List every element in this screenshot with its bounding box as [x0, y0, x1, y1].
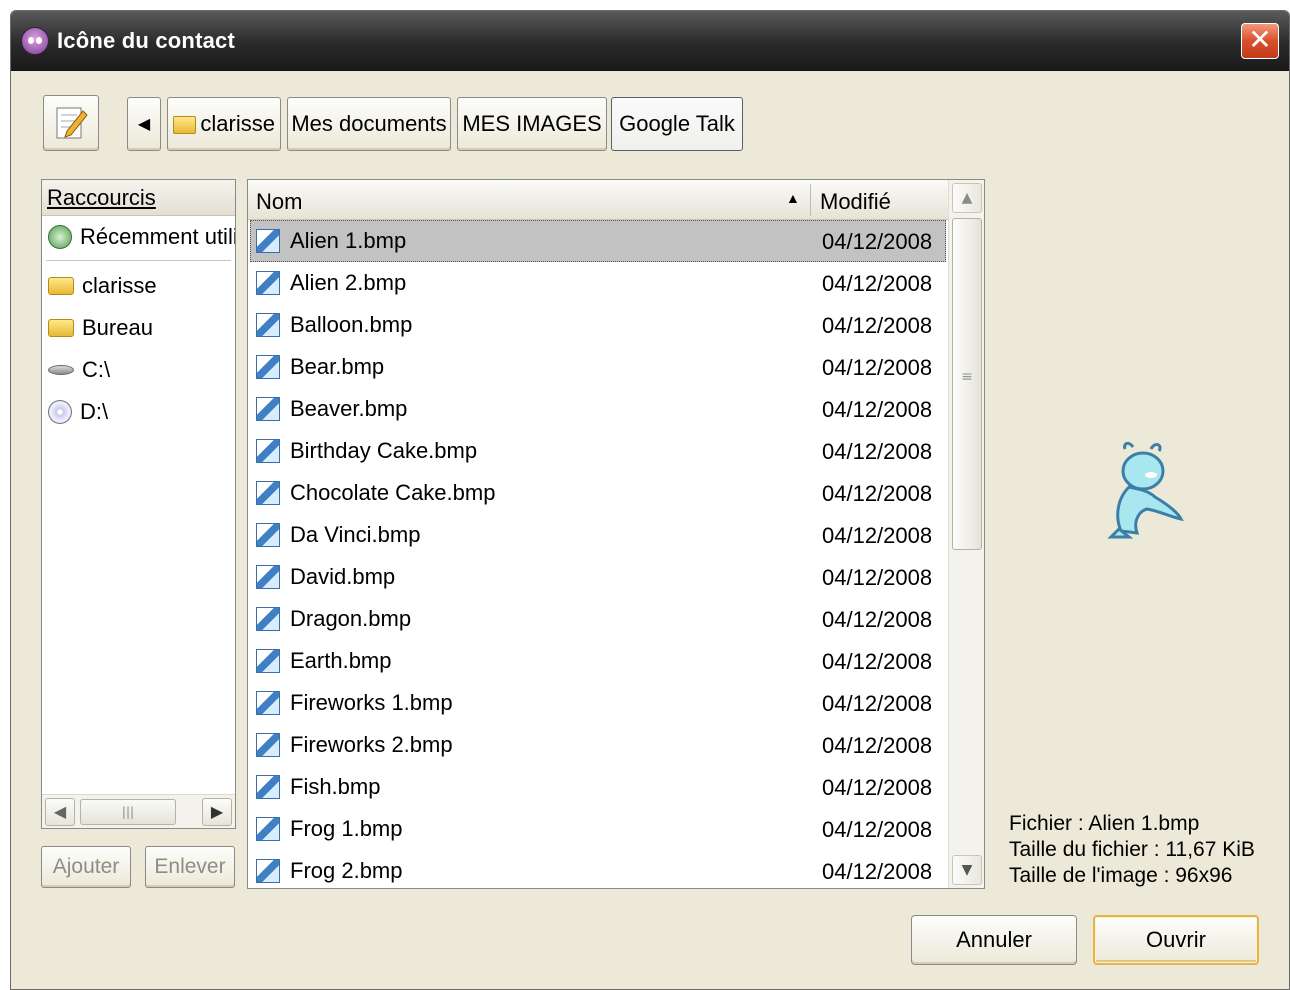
- cd-drive-icon: [48, 400, 72, 424]
- column-name-header[interactable]: Nom: [256, 189, 302, 215]
- file-list-header: Nom ▲ Modifié: [248, 180, 948, 220]
- shortcuts-horizontal-scrollbar[interactable]: ◀ ||| ▶: [42, 794, 235, 828]
- bitmap-file-icon: [256, 775, 280, 799]
- bitmap-file-icon: [256, 607, 280, 631]
- add-shortcut-button[interactable]: Ajouter: [41, 846, 131, 888]
- table-row[interactable]: Chocolate Cake.bmp 04/12/2008: [250, 472, 946, 514]
- bitmap-file-icon: [256, 313, 280, 337]
- path-back-button[interactable]: ◀: [127, 97, 161, 151]
- table-row[interactable]: Earth.bmp 04/12/2008: [250, 640, 946, 682]
- table-row[interactable]: Bear.bmp 04/12/2008: [250, 346, 946, 388]
- bitmap-file-icon: [256, 355, 280, 379]
- file-date: 04/12/2008: [822, 817, 933, 842]
- table-row[interactable]: David.bmp 04/12/2008: [250, 556, 946, 598]
- bitmap-file-icon: [256, 481, 280, 505]
- shortcuts-header[interactable]: Raccourcis: [42, 180, 235, 216]
- scroll-up-button[interactable]: ▲: [952, 183, 982, 213]
- file-date: 04/12/2008: [822, 229, 933, 254]
- column-modified-header[interactable]: Modifié: [820, 189, 891, 215]
- table-row[interactable]: Dragon.bmp 04/12/2008: [250, 598, 946, 640]
- file-date: 04/12/2008: [822, 733, 933, 758]
- folder-icon: [48, 277, 74, 295]
- file-date: 04/12/2008: [822, 313, 933, 338]
- bitmap-file-icon: [256, 649, 280, 673]
- sort-ascending-icon: ▲: [786, 190, 800, 206]
- file-date: 04/12/2008: [822, 397, 933, 422]
- bitmap-file-icon: [256, 271, 280, 295]
- bitmap-file-icon: [256, 733, 280, 757]
- bitmap-file-icon: [256, 859, 280, 883]
- table-row[interactable]: Da Vinci.bmp 04/12/2008: [250, 514, 946, 556]
- hard-drive-icon: [48, 365, 74, 375]
- bitmap-file-icon: [256, 523, 280, 547]
- app-icon: [21, 27, 49, 55]
- folder-icon: [173, 116, 197, 134]
- bitmap-file-icon: [256, 397, 280, 421]
- table-row[interactable]: Fireworks 1.bmp 04/12/2008: [250, 682, 946, 724]
- table-row[interactable]: Balloon.bmp 04/12/2008: [250, 304, 946, 346]
- shortcut-bureau[interactable]: Bureau: [42, 307, 235, 349]
- table-row[interactable]: Frog 2.bmp 04/12/2008: [250, 850, 946, 888]
- recent-icon: [48, 225, 72, 249]
- shortcut-d-drive[interactable]: D:\: [42, 391, 235, 433]
- info-file-name: Fichier : Alien 1.bmp: [1009, 812, 1200, 835]
- table-row[interactable]: Beaver.bmp 04/12/2008: [250, 388, 946, 430]
- title-bar[interactable]: Icône du contact ✕: [11, 11, 1289, 71]
- shortcuts-pane: Raccourcis Récemment utilisé clarisse Bu…: [41, 179, 236, 829]
- close-button[interactable]: ✕: [1241, 23, 1279, 59]
- file-date: 04/12/2008: [822, 859, 933, 884]
- edit-location-button[interactable]: [43, 95, 99, 151]
- shortcut-clarisse[interactable]: clarisse: [42, 265, 235, 307]
- scroll-thumb[interactable]: |||: [80, 799, 176, 825]
- file-date: 04/12/2008: [822, 607, 933, 632]
- scroll-thumb[interactable]: ≡: [952, 218, 982, 550]
- table-row[interactable]: Alien 1.bmp 04/12/2008: [250, 220, 946, 262]
- bitmap-file-icon: [256, 691, 280, 715]
- scroll-left-button[interactable]: ◀: [45, 798, 75, 826]
- table-row[interactable]: Fish.bmp 04/12/2008: [250, 766, 946, 808]
- dialog-window: Icône du contact ✕ ◀ clarisse Mes docume…: [10, 10, 1290, 990]
- folder-icon: [48, 319, 74, 337]
- file-date: 04/12/2008: [822, 481, 933, 506]
- scroll-right-button[interactable]: ▶: [202, 798, 232, 826]
- table-row[interactable]: Fireworks 2.bmp 04/12/2008: [250, 724, 946, 766]
- table-row[interactable]: Frog 1.bmp 04/12/2008: [250, 808, 946, 850]
- file-list: Nom ▲ Modifié Alien 1.bmp 04/12/2008 Alien…: [247, 179, 985, 889]
- info-image-size: Taille de l'image : 96x96: [1009, 864, 1233, 887]
- shortcut-recent[interactable]: Récemment utilisé: [42, 216, 235, 258]
- alien-preview-icon: [1107, 441, 1184, 539]
- breadcrumb-mes-images[interactable]: MES IMAGES: [457, 97, 607, 151]
- pencil-notepad-icon: [56, 107, 88, 139]
- bitmap-file-icon: [256, 565, 280, 589]
- breadcrumb-mes-documents[interactable]: Mes documents: [287, 97, 451, 151]
- file-date: 04/12/2008: [822, 271, 933, 296]
- table-row[interactable]: Birthday Cake.bmp 04/12/2008: [250, 430, 946, 472]
- bitmap-file-icon: [256, 229, 280, 253]
- column-separator[interactable]: [810, 184, 811, 216]
- bitmap-file-icon: [256, 817, 280, 841]
- file-date: 04/12/2008: [822, 649, 933, 674]
- file-date: 04/12/2008: [822, 691, 933, 716]
- file-date: 04/12/2008: [822, 565, 933, 590]
- file-date: 04/12/2008: [822, 523, 933, 548]
- window-title: Icône du contact: [57, 28, 235, 53]
- bitmap-file-icon: [256, 439, 280, 463]
- remove-shortcut-button[interactable]: Enlever: [145, 846, 235, 888]
- file-date: 04/12/2008: [822, 775, 933, 800]
- breadcrumb-clarisse[interactable]: clarisse: [167, 97, 281, 151]
- file-rows: Alien 1.bmp 04/12/2008 Alien 2.bmp 04/12/20…: [250, 220, 946, 888]
- scroll-down-button[interactable]: ▼: [952, 855, 982, 885]
- shortcuts-separator: [46, 260, 231, 261]
- cancel-button[interactable]: Annuler: [911, 915, 1077, 965]
- open-button[interactable]: Ouvrir: [1093, 915, 1259, 965]
- shortcut-c-drive[interactable]: C:\: [42, 349, 235, 391]
- file-date: 04/12/2008: [822, 355, 933, 380]
- file-date: 04/12/2008: [822, 439, 933, 464]
- breadcrumb-google-talk[interactable]: Google Talk: [611, 97, 743, 151]
- file-info: Fichier : Alien 1.bmp Taille du fichier …: [1009, 811, 1255, 889]
- table-row[interactable]: Alien 2.bmp 04/12/2008: [250, 262, 946, 304]
- file-list-vertical-scrollbar[interactable]: ▲ ≡ ▼: [948, 180, 984, 888]
- info-file-size: Taille du fichier : 11,67 KiB: [1009, 838, 1255, 861]
